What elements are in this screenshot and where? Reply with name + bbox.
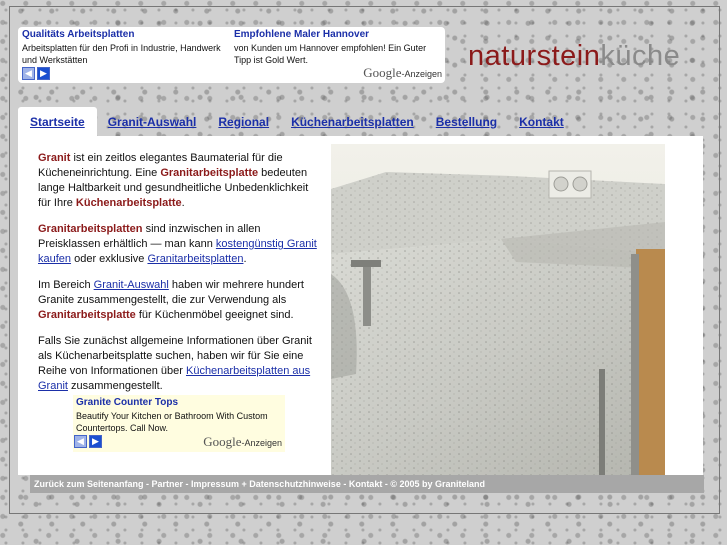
ad-1-title-link[interactable]: Qualitäts Arbeitsplatten — [22, 29, 230, 40]
ad-2-text: von Kunden um Hannover empfohlen! Ein Gu… — [234, 43, 427, 65]
highlight-text: Küchenarbeitsplatte — [75, 197, 182, 209]
paragraph-2: Granitarbeitsplatten sind inzwischen in … — [38, 222, 323, 267]
highlight-text: Granitarbeitsplatte — [38, 309, 136, 321]
tab-startseite[interactable]: Startseite — [18, 107, 97, 136]
footer-links[interactable]: Zurück zum Seitenanfang - Partner - Impr… — [30, 475, 704, 493]
paragraph-4: Falls Sie zunächst allgemeine Informatio… — [38, 334, 323, 394]
paragraph-1: Granit ist ein zeitlos elegantes Baumate… — [38, 151, 323, 211]
highlight-text: Granitarbeitsplatte — [160, 167, 259, 179]
body-text: Im Bereich — [38, 279, 94, 291]
ad-unit-2: Empfohlene Maler Hannover von Kunden um … — [234, 29, 442, 66]
link-granitarbeitsplatten[interactable]: Granitarbeitsplatten — [147, 253, 243, 265]
countertop-illustration — [331, 144, 665, 475]
logo-part-2: küche — [600, 40, 681, 72]
google-ads-suffix: -Anzeigen — [401, 69, 442, 79]
google-ads-top: Qualitäts Arbeitsplatten Arbeitsplatten … — [18, 27, 445, 83]
intro-text: Granit ist ein zeitlos elegantes Baumate… — [38, 151, 323, 405]
logo-part-1: naturstein — [468, 40, 601, 72]
google-ad-bottom: Granite Counter Tops Beautify Your Kitch… — [73, 395, 285, 452]
tab-granit-auswahl[interactable]: Granit-Auswahl — [97, 115, 208, 136]
google-ads-badge[interactable]: Google -Anzeigen — [203, 434, 282, 450]
google-ads-badge[interactable]: Google -Anzeigen — [363, 65, 442, 81]
tab-kontakt[interactable]: Kontakt — [508, 115, 575, 136]
chevron-right-icon[interactable]: ▶ — [89, 435, 102, 448]
tab-kuechenarbeitsplatten[interactable]: Küchenarbeitsplatten — [280, 115, 425, 136]
kitchen-countertop-photo — [331, 144, 665, 475]
body-text: zusammengestellt. — [67, 380, 163, 392]
chevron-right-icon[interactable]: ▶ — [37, 67, 50, 80]
tab-bestellung[interactable]: Bestellung — [425, 115, 508, 136]
paragraph-3: Im Bereich Granit-Auswahl haben wir mehr… — [38, 278, 323, 323]
content-panel: Granit ist ein zeitlos elegantes Baumate… — [18, 136, 703, 475]
ad-bottom-text: Beautify Your Kitchen or Bathroom With C… — [76, 411, 268, 433]
main-nav-tabs: Startseite Granit-Auswahl Regional Küche… — [18, 107, 575, 136]
ad-unit-1: Qualitäts Arbeitsplatten Arbeitsplatten … — [22, 29, 230, 66]
google-logo: Google — [203, 434, 242, 449]
highlight-text: Granitarbeitsplatten — [38, 223, 143, 235]
tab-regional[interactable]: Regional — [207, 115, 280, 136]
chevron-left-icon[interactable]: ◀ — [22, 67, 35, 80]
highlight-text: Granit — [38, 152, 71, 164]
ad-bottom-pagination: ◀ ▶ — [74, 435, 102, 448]
body-text: . — [181, 197, 185, 209]
ad-pagination: ◀ ▶ — [22, 67, 50, 80]
body-text: oder exklusive — [71, 253, 148, 265]
ad-1-text: Arbeitsplatten für den Profi in Industri… — [22, 43, 221, 65]
link-granit-auswahl[interactable]: Granit-Auswahl — [94, 279, 169, 291]
body-text: . — [243, 253, 247, 265]
site-logo[interactable]: natursteinküche — [468, 40, 680, 73]
ad-bottom-title-link[interactable]: Granite Counter Tops — [76, 397, 178, 408]
google-ads-suffix: -Anzeigen — [241, 438, 282, 448]
chevron-left-icon[interactable]: ◀ — [74, 435, 87, 448]
body-text: für Küchenmöbel geeignet sind. — [135, 309, 294, 321]
ad-2-title-link[interactable]: Empfohlene Maler Hannover — [234, 29, 442, 40]
google-logo: Google — [363, 65, 402, 80]
